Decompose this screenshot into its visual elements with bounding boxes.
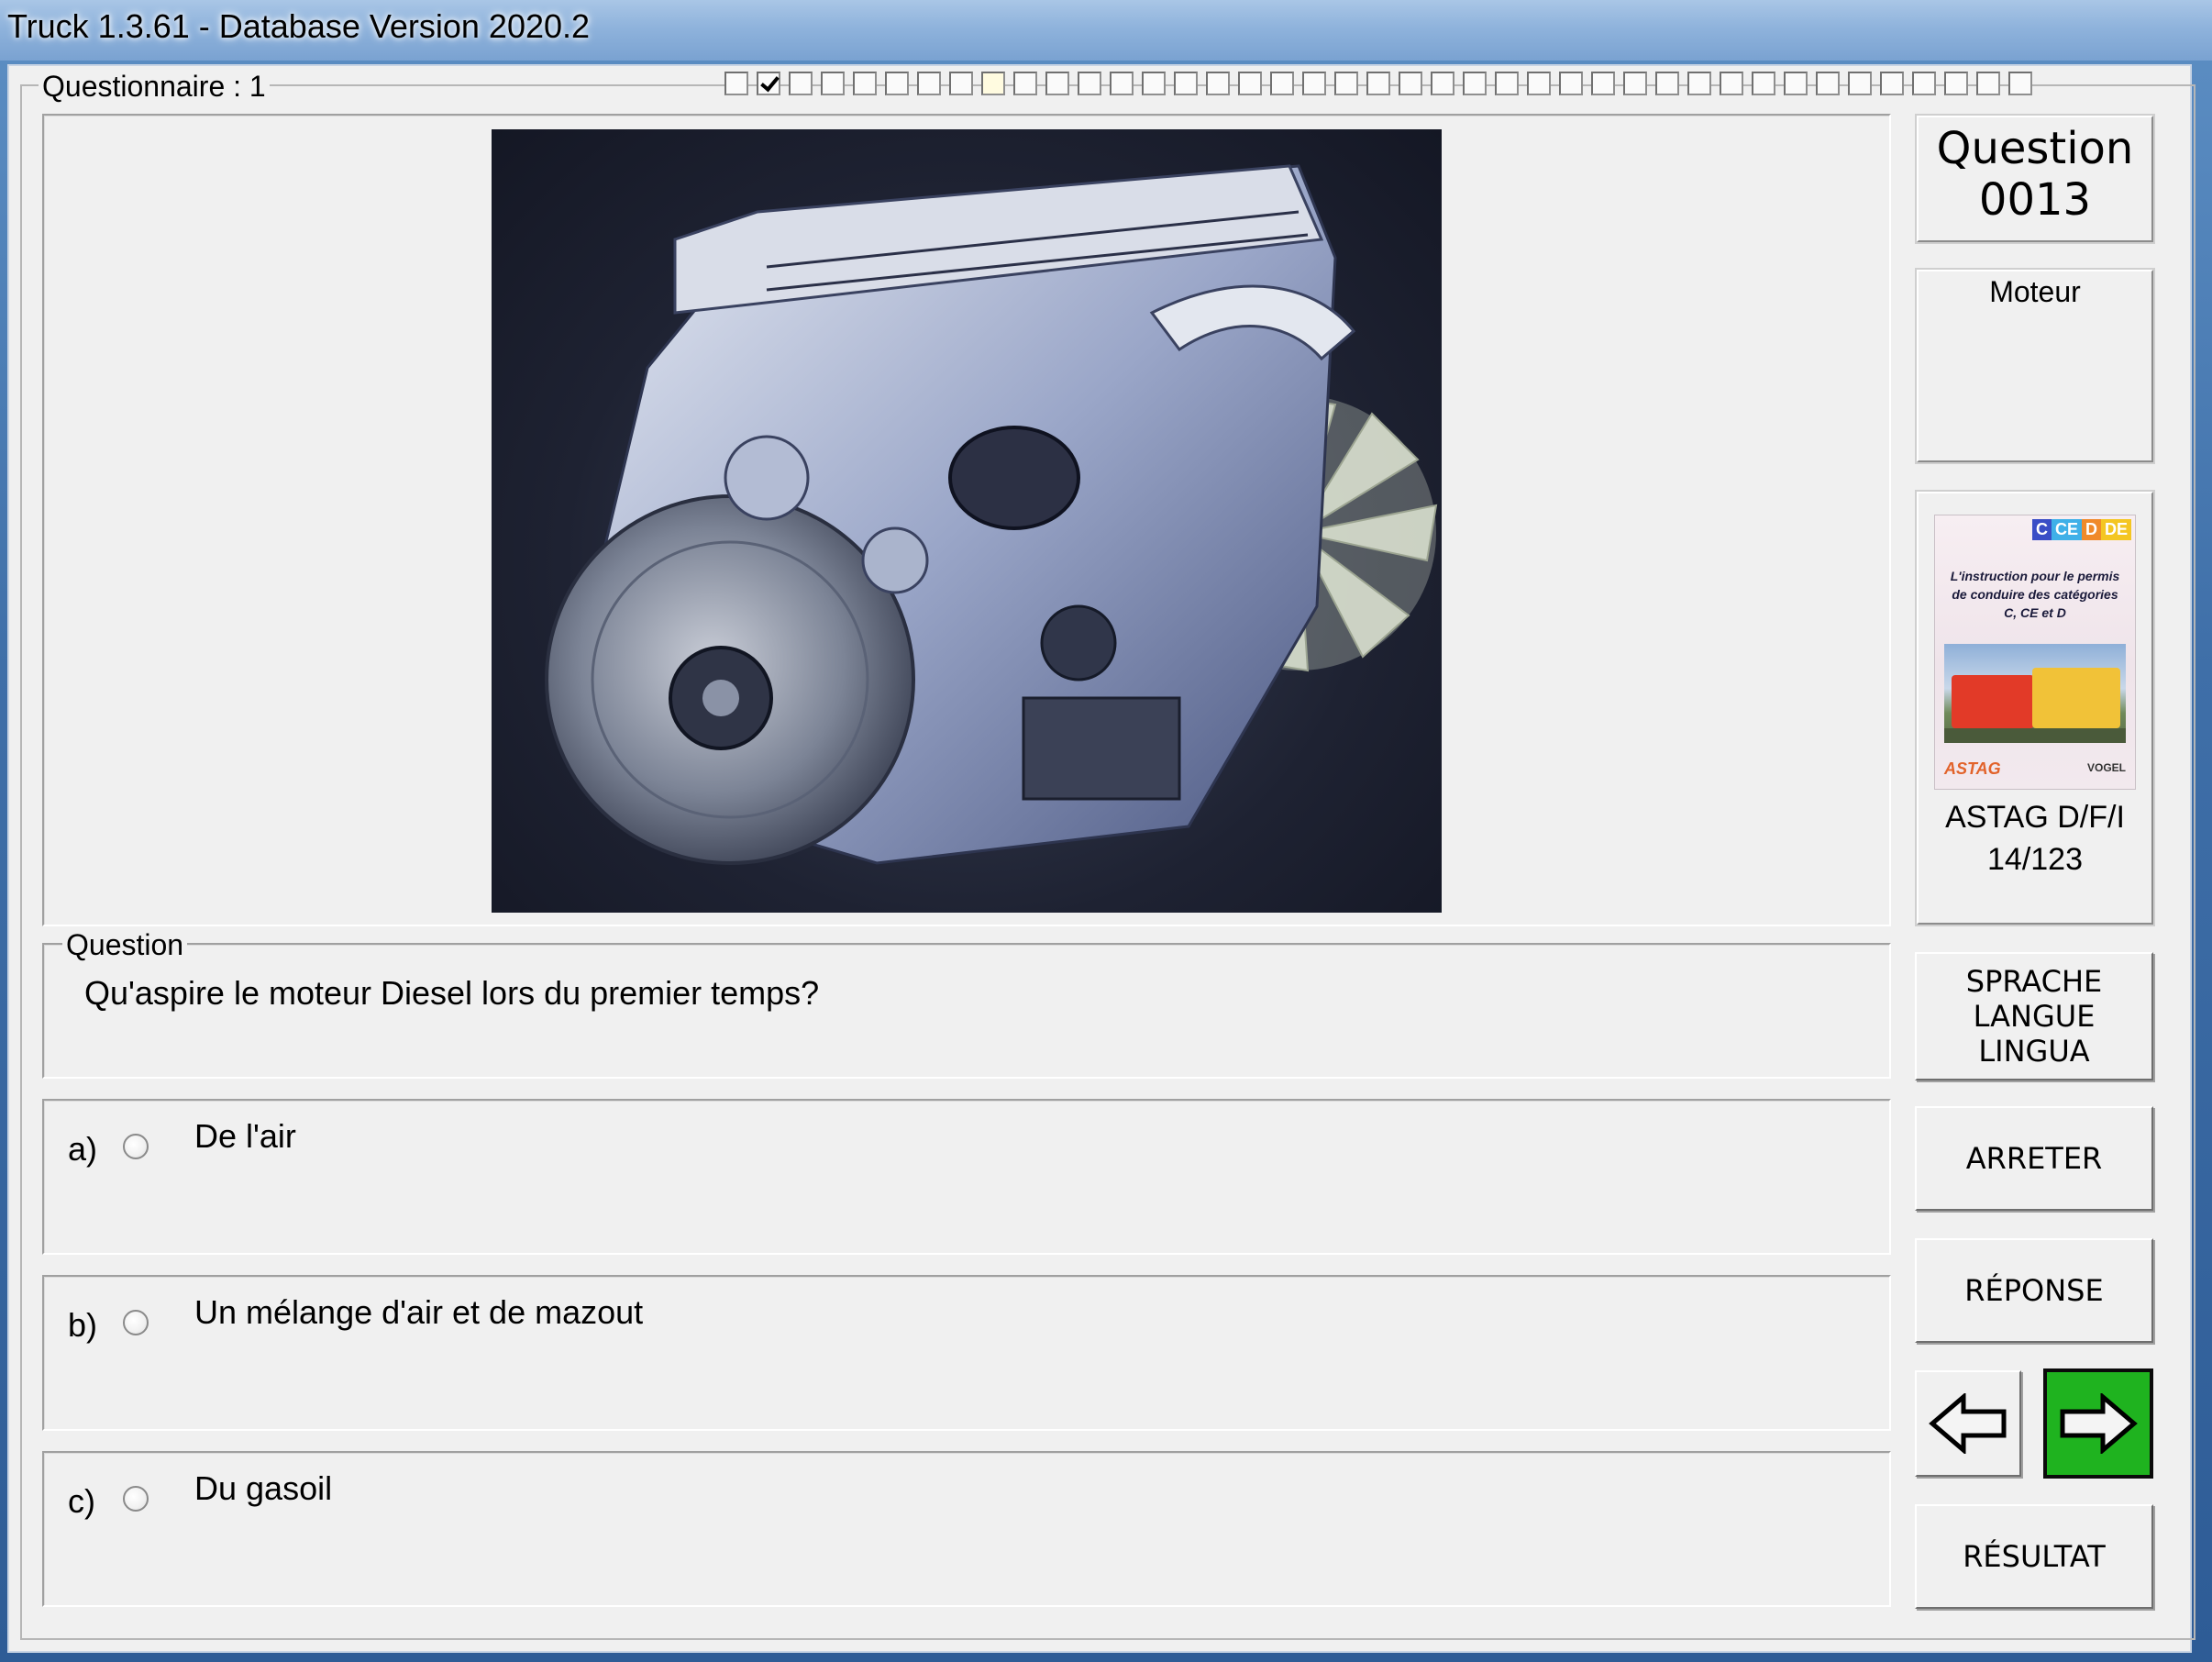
progress-checkbox <box>853 72 877 95</box>
engine-image <box>492 129 1442 913</box>
progress-checkbox <box>1752 72 1775 95</box>
progress-checkbox <box>1142 72 1166 95</box>
arrow-right-icon <box>2060 1393 2138 1454</box>
question-progress-bar <box>724 72 2032 99</box>
book-cover-image: C CE D DE L'instruction pour le permis d… <box>1935 515 2135 789</box>
badge-d: D <box>2081 519 2101 540</box>
progress-checkbox <box>2008 72 2032 95</box>
answer-c-letter: c) <box>68 1482 95 1520</box>
progress-checkbox <box>1655 72 1679 95</box>
language-button-label-it: LINGUA <box>1978 1034 2090 1069</box>
progress-checkbox <box>917 72 941 95</box>
badge-ce: CE <box>2051 519 2082 540</box>
progress-checkbox <box>1399 72 1422 95</box>
progress-checkbox <box>1591 72 1615 95</box>
progress-checkbox <box>1848 72 1872 95</box>
question-heading: Question <box>1936 123 2134 174</box>
progress-checkbox <box>1687 72 1711 95</box>
language-button-label-fr: LANGUE <box>1973 999 2096 1034</box>
progress-checkbox <box>1784 72 1808 95</box>
progress-checkbox <box>1431 72 1454 95</box>
answer-c-text: Du gasoil <box>194 1469 333 1507</box>
answer-a-panel[interactable] <box>42 1099 1891 1255</box>
language-button[interactable]: SPRACHE LANGUE LINGUA <box>1915 952 2153 1080</box>
answer-button[interactable]: RÉPONSE <box>1915 1238 2153 1343</box>
language-button-label-de: SPRACHE <box>1965 964 2103 999</box>
answer-a-letter: a) <box>68 1130 98 1168</box>
answer-c-radio[interactable] <box>123 1486 149 1512</box>
engine-illustration <box>545 164 1438 865</box>
answer-a-text: De l'air <box>194 1117 296 1155</box>
progress-checkbox <box>1206 72 1230 95</box>
question-number: 0013 <box>1978 174 2092 226</box>
stop-button-label: ARRETER <box>1965 1141 2103 1176</box>
publisher-logo-right: VOGEL <box>2086 761 2126 774</box>
questionnaire-separator <box>268 84 724 86</box>
progress-checkbox <box>885 72 909 95</box>
category-badges: C CE D DE <box>2031 519 2131 540</box>
source-label: ASTAG D/F/I <box>1945 800 2125 835</box>
progress-checkbox <box>1334 72 1358 95</box>
progress-checkbox <box>757 72 780 95</box>
progress-checkbox <box>724 72 748 95</box>
result-button-label: RÉSULTAT <box>1963 1539 2106 1574</box>
progress-checkbox <box>1816 72 1840 95</box>
progress-checkbox <box>1912 72 1936 95</box>
progress-checkbox <box>1174 72 1198 95</box>
progress-checkbox <box>1013 72 1037 95</box>
answer-b-radio[interactable] <box>123 1310 149 1335</box>
progress-checkbox <box>1045 72 1069 95</box>
progress-checkbox <box>1880 72 1904 95</box>
progress-checkbox <box>1559 72 1583 95</box>
progress-checkbox <box>1463 72 1487 95</box>
progress-checkbox <box>949 72 973 95</box>
progress-checkbox <box>1238 72 1262 95</box>
progress-checkbox <box>1623 72 1647 95</box>
progress-checkbox <box>1302 72 1326 95</box>
answer-button-label: RÉPONSE <box>1964 1273 2104 1308</box>
progress-checkbox <box>789 72 813 95</box>
next-button[interactable] <box>2043 1368 2153 1479</box>
question-number-box: Question 0013 <box>1915 114 2155 244</box>
result-button[interactable]: RÉSULTAT <box>1915 1504 2153 1609</box>
progress-checkbox <box>1495 72 1519 95</box>
answer-b-text: Un mélange d'air et de mazout <box>194 1293 644 1331</box>
progress-checkbox <box>1527 72 1551 95</box>
progress-checkbox <box>1270 72 1294 95</box>
window-title: Truck 1.3.61 - Database Version 2020.2 <box>7 7 591 45</box>
progress-checkbox <box>1944 72 1968 95</box>
category-label: Moteur <box>1989 275 2081 308</box>
progress-checkbox <box>1078 72 1101 95</box>
stop-button[interactable]: ARRETER <box>1915 1106 2153 1211</box>
answer-a-radio[interactable] <box>123 1134 149 1159</box>
progress-checkbox <box>1720 72 1743 95</box>
arrow-left-icon <box>1929 1393 2007 1454</box>
publisher-logo-left: ASTAG <box>1944 759 2001 778</box>
answer-b-letter: b) <box>68 1306 98 1344</box>
progress-checkbox <box>1110 72 1134 95</box>
question-text: Qu'aspire le moteur Diesel lors du premi… <box>84 974 820 1012</box>
previous-button[interactable] <box>1915 1370 2021 1477</box>
progress-checkbox <box>1976 72 2000 95</box>
question-group-label: Question <box>62 928 188 962</box>
book-cover-text: L'instruction pour le permis de conduire… <box>1950 569 2120 620</box>
progress-checkbox <box>981 72 1005 95</box>
progress-checkbox <box>1366 72 1390 95</box>
source-page: 14/123 <box>1987 842 2083 877</box>
progress-checkbox <box>821 72 845 95</box>
category-box: Moteur <box>1915 268 2155 464</box>
book-cover-photo <box>1944 644 2126 743</box>
badge-c: C <box>2031 519 2052 540</box>
badge-de: DE <box>2100 519 2131 540</box>
window-title-bar[interactable]: Truck 1.3.61 - Database Version 2020.2 <box>0 0 2212 61</box>
questionnaire-label: Questionnaire : 1 <box>39 70 270 104</box>
